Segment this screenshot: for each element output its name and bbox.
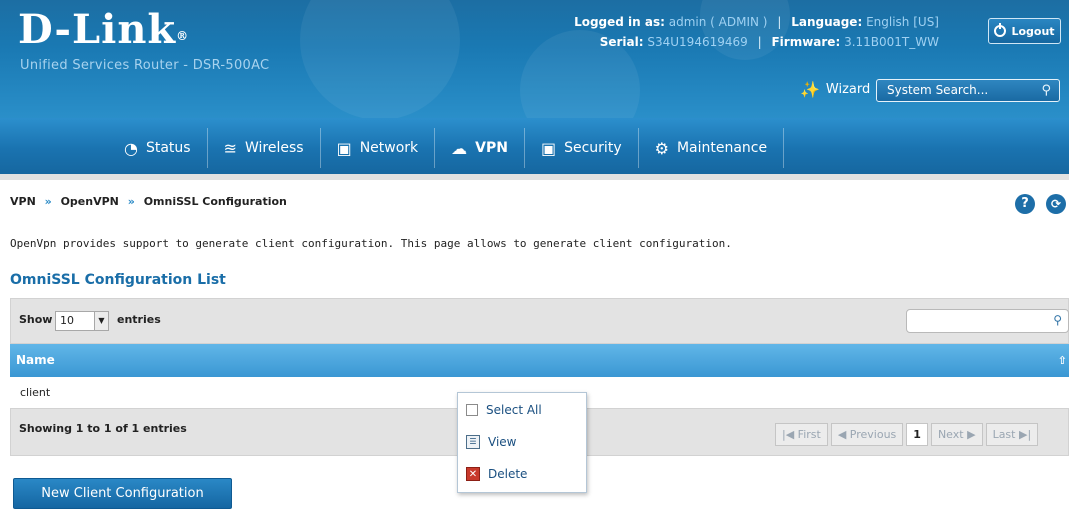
context-menu-delete[interactable]: ✕ Delete	[466, 463, 527, 485]
table-toolbar: Show 10 ▼ entries ⚲	[10, 298, 1069, 344]
nav-item-wireless[interactable]: ≊ Wireless	[208, 128, 321, 168]
context-menu-select-all[interactable]: Select All	[466, 399, 542, 421]
firmware-value: 3.11B001T_WW	[844, 35, 939, 49]
table-search-input[interactable]: ⚲	[906, 309, 1069, 333]
wizard-label: Wizard	[825, 82, 871, 97]
pagination: |◀ First ◀ Previous 1 Next ▶ Last ▶|	[775, 423, 1039, 446]
sort-icon[interactable]: ⇧	[1058, 344, 1067, 377]
monitor-icon: ▣	[336, 138, 352, 158]
serial-value: S34U194619469	[647, 35, 748, 49]
breadcrumb-separator: »	[127, 195, 135, 208]
breadcrumb-openvpn[interactable]: OpenVPN	[61, 195, 119, 208]
show-label: Show	[19, 313, 53, 326]
view-icon: ☰	[466, 435, 480, 449]
nav-item-network[interactable]: ▣ Network	[321, 128, 436, 168]
serial-label: Serial:	[599, 35, 644, 49]
context-menu: Select All ☰ View ✕ Delete	[457, 392, 587, 493]
entries-per-page-select[interactable]: 10 ▼	[55, 311, 109, 331]
gears-icon: ⚙	[654, 138, 669, 158]
dlink-logo: D-Link®	[18, 6, 190, 53]
logged-in-label: Logged in as:	[574, 15, 665, 29]
context-menu-view[interactable]: ☰ View	[466, 431, 516, 453]
breadcrumb-vpn[interactable]: VPN	[10, 195, 36, 208]
breadcrumb-current: OmniSSL Configuration	[143, 195, 287, 208]
search-icon[interactable]: ⚲	[1041, 80, 1051, 101]
wifi-icon: ≊	[223, 138, 237, 158]
wizard-link[interactable]: ✨ Wizard	[800, 80, 870, 99]
nav-label: VPN	[475, 140, 508, 156]
logout-label: Logout	[1011, 24, 1055, 38]
lock-icon: ▣	[540, 138, 557, 158]
nav-label: Network	[359, 140, 419, 156]
nav-label: Wireless	[245, 140, 304, 156]
pager-last-button[interactable]: Last ▶|	[985, 423, 1039, 446]
gauge-icon: ◔	[124, 138, 138, 158]
delete-icon: ✕	[466, 467, 480, 481]
delete-label: Delete	[488, 467, 528, 481]
checkbox[interactable]	[466, 404, 478, 416]
nav-label: Maintenance	[676, 140, 768, 156]
pagination-info: Showing 1 to 1 of 1 entries	[19, 422, 187, 435]
help-icon[interactable]: ?	[1015, 194, 1035, 214]
column-header-name[interactable]: Name ⇧	[10, 344, 1069, 377]
nav-item-status[interactable]: ◔ Status	[108, 128, 208, 168]
nav-label: Status	[145, 140, 191, 156]
pager-previous-button[interactable]: ◀ Previous	[830, 423, 904, 446]
nav-item-maintenance[interactable]: ⚙ Maintenance	[639, 128, 785, 168]
header-banner: D-Link® Unified Services Router - DSR-50…	[0, 0, 1069, 118]
nav-item-vpn[interactable]: ☁ VPN	[435, 128, 525, 168]
chevron-down-icon[interactable]: ▼	[94, 312, 108, 330]
view-label: View	[488, 435, 517, 449]
select-all-label: Select All	[486, 403, 542, 417]
nav-label: Security	[564, 140, 622, 156]
pager-first-button[interactable]: |◀ First	[775, 423, 828, 446]
pager-next-button[interactable]: Next ▶	[930, 423, 983, 446]
list-title: OmniSSL Configuration List	[10, 272, 226, 288]
logout-button[interactable]: Logout	[988, 18, 1061, 44]
pager-page-1[interactable]: 1	[906, 423, 928, 446]
power-icon	[994, 23, 1007, 37]
main-nav: ◔ Status ≊ Wireless ▣ Network ☁ VPN ▣ Se…	[0, 118, 1069, 180]
search-icon[interactable]: ⚲	[1053, 313, 1062, 327]
firmware-label: Firmware:	[771, 35, 841, 49]
breadcrumb: VPN » OpenVPN » OmniSSL Configuration	[10, 195, 287, 208]
row-name: client	[20, 386, 51, 399]
new-client-configuration-button[interactable]: New Client Configuration	[13, 478, 232, 509]
refresh-icon[interactable]: ⟳	[1046, 194, 1066, 214]
language-selector[interactable]: English [US]	[866, 15, 939, 29]
system-search-input[interactable]: System Search... ⚲	[876, 79, 1060, 102]
logged-in-user: admin ( ADMIN )	[668, 15, 768, 29]
page-description: OpenVpn provides support to generate cli…	[10, 237, 732, 250]
breadcrumb-separator: »	[44, 195, 52, 208]
product-name: Unified Services Router - DSR-500AC	[20, 58, 270, 73]
magic-wand-icon: ✨	[800, 80, 820, 99]
system-search-placeholder: System Search...	[887, 83, 989, 97]
nav-item-security[interactable]: ▣ Security	[525, 128, 639, 168]
vpn-cloud-icon: ☁	[451, 138, 468, 158]
account-info: Logged in as: admin ( ADMIN ) | Language…	[574, 15, 939, 49]
entries-label: entries	[117, 313, 161, 326]
column-header-label: Name	[16, 353, 55, 367]
language-label: Language:	[791, 15, 863, 29]
entries-value: 10	[60, 314, 74, 327]
